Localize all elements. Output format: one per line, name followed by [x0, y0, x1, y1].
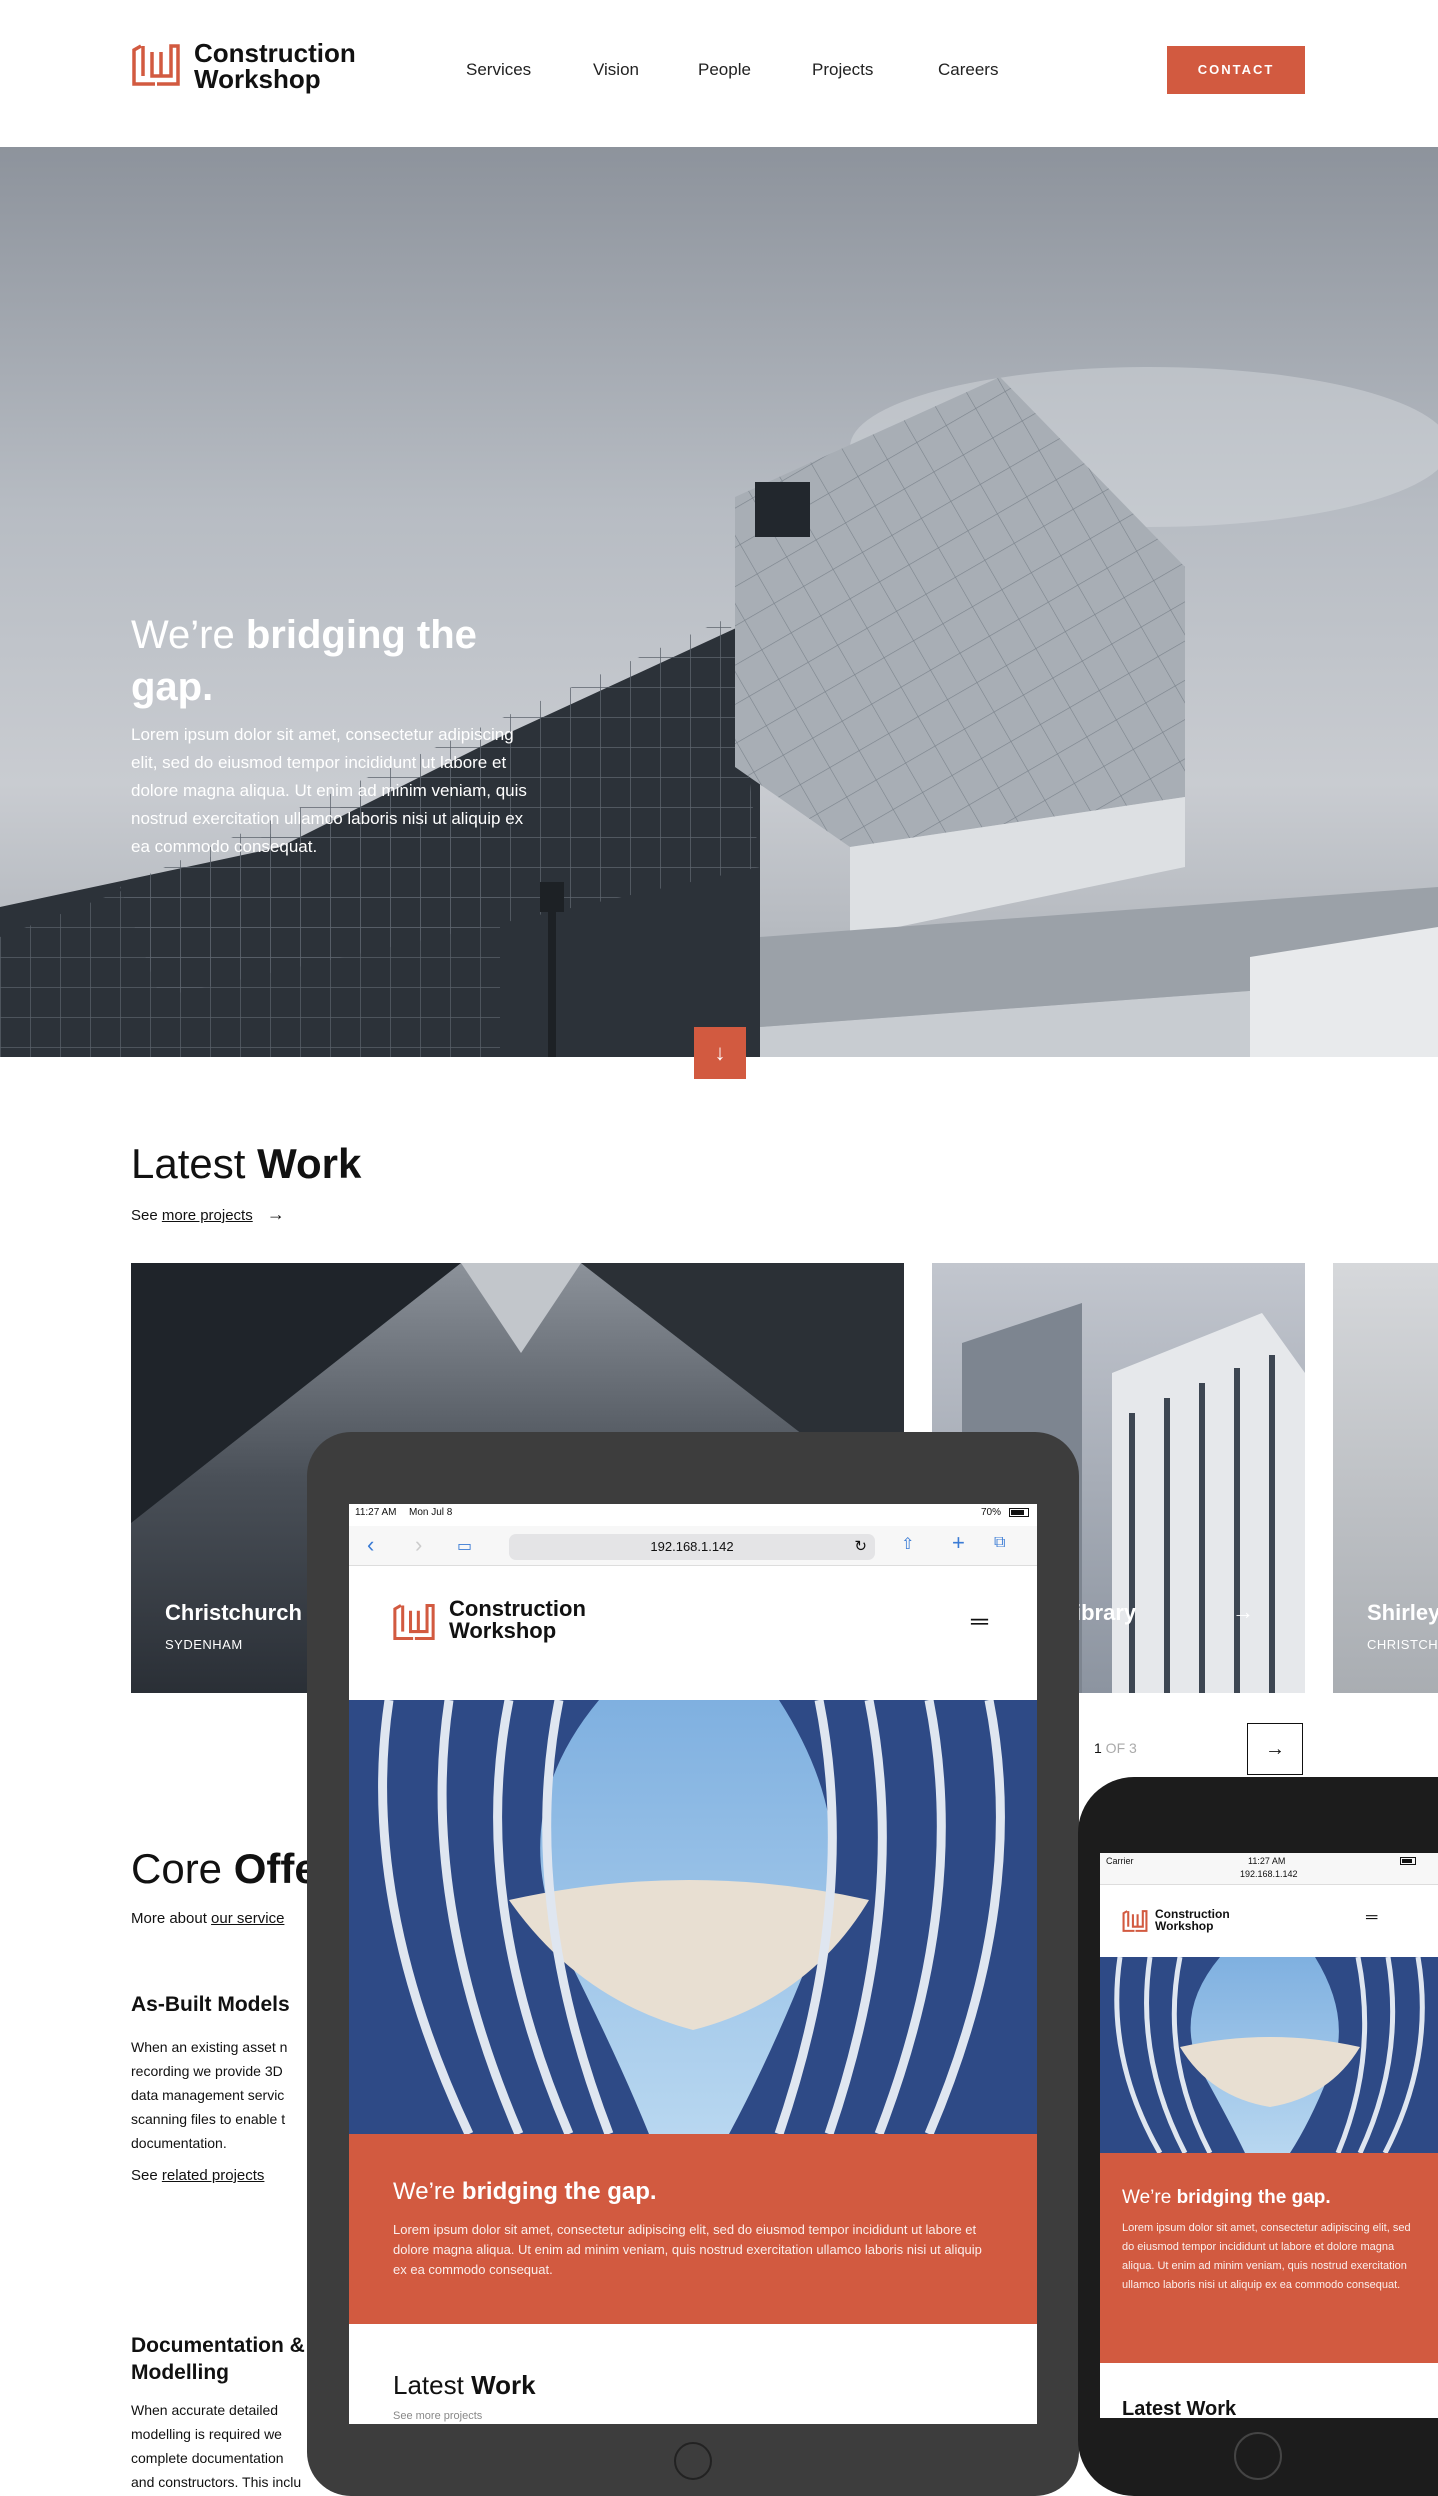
tablet-hero-image	[349, 1700, 1037, 2134]
next-button[interactable]: →	[1247, 1723, 1303, 1775]
reload-icon[interactable]: ↻	[854, 1534, 867, 1560]
phone-time: 11:27 AM	[1248, 1856, 1286, 1866]
arrow-right-icon: →	[1232, 1599, 1254, 1624]
phone-screen: Carrier 11:27 AM 192.168.1.142 Construct…	[1100, 1853, 1438, 2418]
more-projects-link[interactable]: more projects	[162, 1207, 253, 1224]
nav-careers[interactable]: Careers	[938, 60, 998, 80]
related-projects-link[interactable]: related projects	[162, 2167, 265, 2184]
logo-mark-icon	[1122, 1910, 1148, 1932]
nav-vision[interactable]: Vision	[593, 60, 639, 80]
scroll-down-button[interactable]: ↓	[694, 1027, 746, 1079]
phone-carrier: Carrier	[1106, 1856, 1134, 1866]
phone-url[interactable]: 192.168.1.142	[1240, 1869, 1298, 1879]
nav-services[interactable]: Services	[466, 60, 531, 80]
project-card-title: Christchurch	[165, 1600, 302, 1625]
share-icon[interactable]: ⇧	[901, 1534, 914, 1554]
logo-mark-icon	[393, 1603, 435, 1641]
hero-body: Lorem ipsum dolor sit amet, consectetur …	[131, 725, 527, 856]
menu-icon[interactable]: ═	[1366, 1909, 1377, 1927]
pager-indicator: 1 OF 3	[1094, 1740, 1137, 1756]
contact-button-label: CONTACT	[1197, 62, 1275, 77]
tablet-url-bar[interactable]: 192.168.1.142 ↻	[509, 1534, 875, 1560]
offering-documentation: Documentation & Modelling When accurate …	[131, 2332, 331, 2494]
bookmarks-icon[interactable]: ▭	[457, 1536, 472, 1556]
curved-building-image	[1100, 1957, 1438, 2153]
hero-building-image	[0, 367, 1438, 1057]
tablet-see-more[interactable]: See more projects	[393, 2410, 482, 2422]
home-button[interactable]	[674, 2442, 712, 2480]
battery-icon	[1009, 1508, 1029, 1517]
see-more-projects: See more projects →	[131, 1204, 285, 1224]
tabs-icon[interactable]: ⧉	[994, 1534, 1005, 1552]
nav-projects[interactable]: Projects	[812, 60, 873, 80]
logo[interactable]: Construction Workshop	[131, 38, 371, 94]
offering-title: As-Built Models	[131, 1993, 290, 2016]
battery-icon	[1400, 1857, 1416, 1865]
tablet-time: 11:27 AM	[355, 1507, 397, 1518]
tablet-mockup: 11:27 AM Mon Jul 8 70% ‹ › ▭ 192.168.1.1…	[307, 1432, 1079, 2496]
menu-icon[interactable]: ═	[971, 1608, 988, 1636]
project-card-subtitle: CHRISTCH	[1367, 1637, 1438, 1652]
hero-section: We’re bridging the gap. Lorem ipsum dolo…	[0, 147, 1438, 1057]
hero-title: We’re bridging the gap.	[131, 613, 477, 709]
curved-building-image	[349, 1700, 1037, 2134]
latest-work-title: Latest Work	[131, 1140, 362, 1187]
logo-line-2: Workshop	[194, 64, 321, 94]
phone-hero-panel: We’re bridging the gap. Lorem ipsum dolo…	[1100, 2153, 1438, 2363]
new-tab-icon[interactable]: +	[952, 1530, 965, 1556]
project-card-title: Shirley	[1367, 1600, 1438, 1625]
tablet-latest-title: Latest Work	[393, 2370, 536, 2400]
tablet-screen: 11:27 AM Mon Jul 8 70% ‹ › ▭ 192.168.1.1…	[349, 1504, 1037, 2424]
nav-people[interactable]: People	[698, 60, 751, 80]
browser-forward-icon[interactable]: ›	[415, 1532, 422, 1558]
contact-button[interactable]: CONTACT	[1167, 46, 1305, 94]
project-card-subtitle: SYDENHAM	[165, 1637, 243, 1652]
logo-mark-icon	[132, 44, 180, 86]
tablet-date: Mon Jul 8	[409, 1507, 453, 1518]
offering-title: Documentation & Modelling	[131, 2334, 305, 2384]
logo-line-1: Construction	[194, 38, 356, 68]
browser-back-icon[interactable]: ‹	[367, 1532, 374, 1558]
core-offerings-title: Core Offe	[131, 1845, 318, 1892]
project-card[interactable]: Shirley CHRISTCH	[1333, 1263, 1438, 1693]
arrow-down-icon: ↓	[714, 1040, 726, 1065]
phone-mockup: Carrier 11:27 AM 192.168.1.142 Construct…	[1078, 1777, 1438, 2496]
more-about-services: More about our service	[131, 1910, 285, 1927]
tablet-battery: 70%	[981, 1507, 1002, 1518]
offering-as-built: As-Built Models When an existing asset n…	[131, 1993, 331, 2184]
our-services-link[interactable]: our service	[211, 1910, 284, 1927]
tablet-hero-panel: We’re bridging the gap. Lorem ipsum dolo…	[349, 2134, 1037, 2324]
home-button[interactable]	[1234, 2432, 1282, 2480]
arrow-right-icon: →	[1265, 1738, 1285, 1760]
arrow-right-icon: →	[266, 1204, 285, 1224]
phone-latest-title: Latest Work	[1122, 2398, 1237, 2418]
phone-hero-image	[1100, 1957, 1438, 2153]
